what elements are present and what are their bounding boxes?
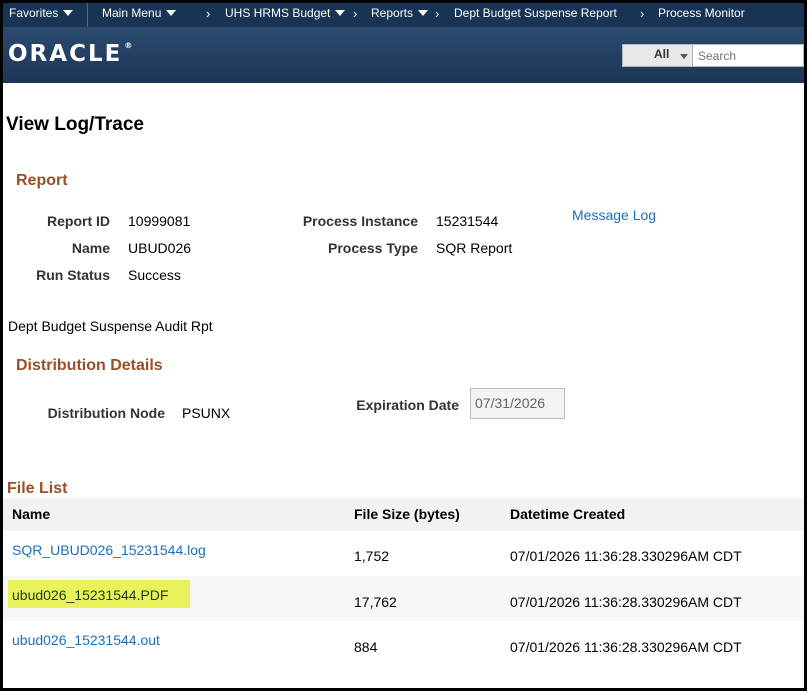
file-link[interactable]: SQR_UBUD026_15231544.log [12, 542, 206, 558]
distribution-details-heading: Distribution Details [16, 357, 163, 374]
datetime-created: 07/01/2026 11:36:28.330296AM CDT [510, 548, 742, 564]
distribution-node-label: Distribution Node [47, 405, 165, 421]
file-size: 17,762 [354, 594, 397, 610]
file-link[interactable]: ubud026_15231544.PDF [12, 587, 168, 603]
file-size: 884 [354, 639, 378, 655]
process-instance-label: Process Instance [302, 213, 418, 229]
breadcrumb-label: Reports [371, 6, 414, 20]
datetime-created: 07/01/2026 11:36:28.330296AM CDT [510, 639, 742, 655]
chevron-right-icon: › [640, 6, 645, 21]
file-list-header-row: Name File Size (bytes) Datetime Created [3, 498, 804, 531]
breadcrumb-uhs-hrms-budget[interactable]: UHS HRMS Budget [225, 6, 346, 20]
oracle-logo[interactable]: ORACLE ® [8, 41, 132, 67]
name-label: Name [71, 240, 110, 256]
breadcrumb-dept-budget-suspense-report[interactable]: Dept Budget Suspense Report [454, 6, 617, 20]
main-menu-label: Main Menu [102, 6, 162, 20]
expiration-date-label: Expiration Date [356, 397, 459, 413]
main-menu[interactable]: Main Menu [102, 6, 177, 20]
file-size: 1,752 [354, 548, 390, 564]
search-scope-label: All [654, 47, 670, 61]
report-id-label: Report ID [47, 213, 110, 229]
column-header-file-size: File Size (bytes) [354, 506, 460, 522]
breadcrumb-reports[interactable]: Reports [371, 6, 429, 20]
name-value: UBUD026 [128, 240, 192, 256]
screenshot-frame: Favorites Main Menu › UHS HRMS Budget › … [0, 0, 807, 691]
message-log-link[interactable]: Message Log [572, 207, 656, 223]
caret-down-icon [63, 10, 74, 16]
caret-down-icon [166, 10, 177, 16]
distribution-node-value: PSUNX [182, 405, 231, 421]
caret-down-icon [418, 10, 429, 16]
process-instance-value: 15231544 [436, 213, 499, 229]
top-navigation-bar: Favorites Main Menu › UHS HRMS Budget › … [3, 3, 804, 27]
datetime-created: 07/01/2026 11:36:28.330296AM CDT [510, 594, 742, 610]
page: Favorites Main Menu › UHS HRMS Budget › … [3, 3, 804, 688]
expiration-date-field: 07/31/2026 [470, 388, 565, 419]
file-link[interactable]: ubud026_15231544.out [12, 632, 160, 648]
caret-down-icon [335, 10, 346, 16]
favorites-menu[interactable]: Favorites [9, 6, 74, 20]
table-row: ubud026_15231544.out 884 07/01/2026 11:3… [3, 621, 804, 666]
breadcrumb-label: Process Monitor [658, 6, 745, 20]
column-header-name: Name [12, 506, 51, 522]
favorites-label: Favorites [9, 6, 59, 20]
run-status-label: Run Status [36, 267, 110, 283]
file-list-heading: File List [7, 480, 68, 497]
process-type-value: SQR Report [436, 240, 513, 256]
run-status-value: Success [128, 267, 181, 283]
report-description: Dept Budget Suspense Audit Rpt [8, 318, 213, 334]
report-section-heading: Report [16, 172, 68, 189]
chevron-right-icon: › [353, 6, 358, 21]
column-header-datetime-created: Datetime Created [510, 506, 626, 522]
nav-divider [87, 3, 88, 27]
header-bar: ORACLE ® All [3, 27, 804, 83]
caret-down-icon [680, 54, 688, 59]
breadcrumb-label: Dept Budget Suspense Report [454, 6, 617, 20]
report-id-value: 10999081 [128, 213, 191, 229]
search-scope-select[interactable]: All [622, 44, 693, 67]
table-row: SQR_UBUD026_15231544.log 1,752 07/01/202… [3, 531, 804, 576]
table-row: ubud026_15231544.PDF 17,762 07/01/2026 1… [3, 576, 804, 621]
breadcrumb-process-monitor[interactable]: Process Monitor [658, 6, 745, 20]
process-type-label: Process Type [327, 240, 418, 256]
logo-text: ORACLE [8, 41, 123, 67]
search-input[interactable] [693, 44, 804, 67]
registered-mark: ® [124, 41, 133, 50]
chevron-right-icon: › [435, 6, 440, 21]
chevron-right-icon: › [206, 6, 211, 21]
page-title: View Log/Trace [6, 114, 144, 135]
breadcrumb-label: UHS HRMS Budget [225, 6, 331, 20]
